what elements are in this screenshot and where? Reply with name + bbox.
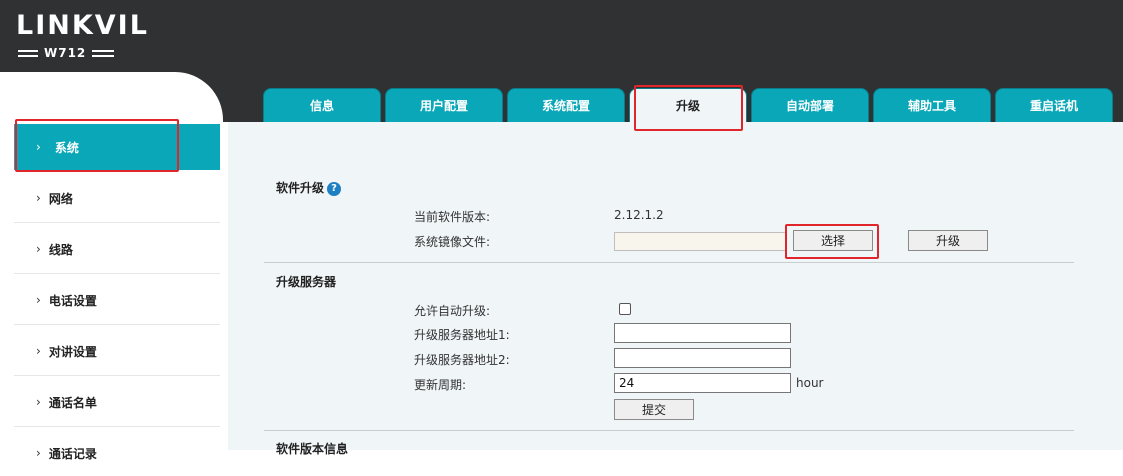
model-row: W712 xyxy=(18,46,149,60)
tab-label: 系统配置 xyxy=(541,99,590,113)
tab-label: 自动部署 xyxy=(785,99,834,113)
sidebar-divider xyxy=(14,375,220,376)
section-divider xyxy=(264,262,1074,263)
tab-label: 升级 xyxy=(675,99,700,113)
tab-label: 重启话机 xyxy=(1029,99,1078,113)
chevron-right-icon: › xyxy=(36,242,41,256)
sidebar-item-lines[interactable]: › 线路 xyxy=(14,226,220,272)
choose-file-button[interactable]: 选择 xyxy=(793,230,873,251)
image-file-label: 系统镜像文件: xyxy=(414,235,491,249)
update-period-unit: hour xyxy=(796,376,824,390)
sidebar-item-label: 电话设置 xyxy=(48,293,97,308)
sidebar-item-network[interactable]: › 网络 xyxy=(14,175,220,221)
sidebar-divider xyxy=(14,426,220,427)
sidebar-divider xyxy=(14,324,220,325)
server2-label: 升级服务器地址2: xyxy=(414,353,510,367)
server2-input[interactable] xyxy=(614,348,791,368)
help-icon[interactable]: ? xyxy=(327,181,342,196)
auto-upgrade-checkbox[interactable] xyxy=(619,303,631,315)
tab-label: 信息 xyxy=(309,99,334,113)
logo-bars-left xyxy=(18,49,38,57)
sidebar-item-label: 线路 xyxy=(48,242,73,257)
tab-label: 辅助工具 xyxy=(907,99,956,113)
brand-logo: LINKVIL W712 xyxy=(16,10,149,60)
sidebar-item-label: 网络 xyxy=(48,191,73,206)
tab-tools[interactable]: 辅助工具 xyxy=(873,88,991,122)
tab-upgrade[interactable]: 升级 xyxy=(629,88,747,122)
section-title-version-info: 软件版本信息 xyxy=(276,442,349,456)
sidebar-item-label: 系统 xyxy=(54,140,79,155)
auto-upgrade-label: 允许自动升级: xyxy=(414,304,491,318)
sidebar-item-label: 通话记录 xyxy=(48,446,97,461)
section-title-text: 软件升级 xyxy=(276,181,325,195)
image-file-field[interactable] xyxy=(614,232,786,251)
sidebar-item-call-log[interactable]: › 通话记录 xyxy=(14,430,220,476)
sidebar-divider xyxy=(14,273,220,274)
section-divider xyxy=(264,430,1074,431)
main-content: 软件升级? 当前软件版本: 2.12.1.2 系统镜像文件: 选择 升级 升级服… xyxy=(228,122,1123,456)
logo-text: LINKVIL xyxy=(16,10,149,41)
server1-input[interactable] xyxy=(614,323,791,343)
server1-label: 升级服务器地址1: xyxy=(414,328,510,342)
tab-label: 用户配置 xyxy=(419,99,468,113)
current-version-value: 2.12.1.2 xyxy=(614,208,664,222)
logo-bars-right xyxy=(92,49,115,57)
sidebar-item-system[interactable]: › 系统 xyxy=(14,124,220,170)
chevron-right-icon: › xyxy=(36,344,41,358)
chevron-right-icon: › xyxy=(36,140,41,154)
update-period-label: 更新周期: xyxy=(414,378,467,392)
sidebar-item-phone-settings[interactable]: › 电话设置 xyxy=(14,277,220,323)
chevron-right-icon: › xyxy=(36,395,41,409)
chevron-right-icon: › xyxy=(36,446,41,460)
update-period-input[interactable] xyxy=(614,373,791,393)
sidebar-divider xyxy=(14,222,220,223)
upgrade-button[interactable]: 升级 xyxy=(908,230,988,251)
sidebar-item-call-list[interactable]: › 通话名单 xyxy=(14,379,220,425)
chevron-right-icon: › xyxy=(36,191,41,205)
tab-info[interactable]: 信息 xyxy=(263,88,381,122)
sidebar-item-label: 对讲设置 xyxy=(48,344,97,359)
tab-user-config[interactable]: 用户配置 xyxy=(385,88,503,122)
current-version-label: 当前软件版本: xyxy=(414,210,491,224)
submit-button[interactable]: 提交 xyxy=(614,399,694,420)
tab-auto-provision[interactable]: 自动部署 xyxy=(751,88,869,122)
model-name: W712 xyxy=(44,46,87,60)
tab-system-config[interactable]: 系统配置 xyxy=(507,88,625,122)
chevron-right-icon: › xyxy=(36,293,41,307)
tab-reboot[interactable]: 重启话机 xyxy=(995,88,1113,122)
sidebar-item-intercom-settings[interactable]: › 对讲设置 xyxy=(14,328,220,374)
sidebar-item-label: 通话名单 xyxy=(48,395,97,410)
section-title-upgrade-server: 升级服务器 xyxy=(276,275,337,289)
section-title-software-upgrade: 软件升级? xyxy=(276,179,342,196)
